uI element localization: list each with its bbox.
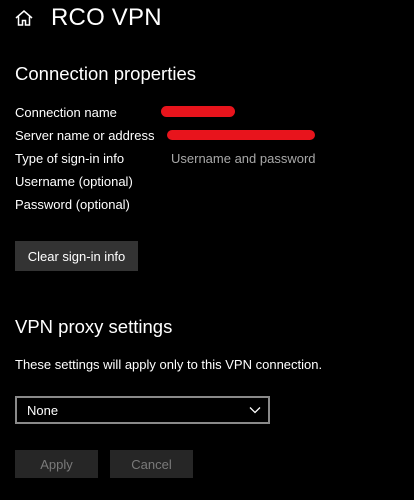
connection-properties-list: Connection name Server name or address T… xyxy=(15,103,405,218)
proxy-selected-value: None xyxy=(27,402,59,418)
sign-in-type-label: Type of sign-in info xyxy=(15,151,125,166)
connection-name-redaction xyxy=(161,106,235,117)
sign-in-type-row: Type of sign-in info Username and passwo… xyxy=(15,149,405,172)
home-icon[interactable] xyxy=(14,8,34,28)
server-address-row: Server name or address xyxy=(15,126,405,149)
server-address-label: Server name or address xyxy=(15,128,155,143)
server-address-redaction xyxy=(167,130,315,140)
proxy-select-dropdown[interactable]: None xyxy=(15,396,270,424)
proxy-description: These settings will apply only to this V… xyxy=(15,357,323,372)
connection-name-label: Connection name xyxy=(15,105,117,120)
connection-properties-heading: Connection properties xyxy=(15,63,196,84)
apply-button[interactable]: Apply xyxy=(15,450,98,478)
password-label: Password (optional) xyxy=(15,197,130,212)
header: RCO VPN xyxy=(14,2,162,34)
chevron-down-icon xyxy=(248,404,262,416)
username-label: Username (optional) xyxy=(15,174,133,189)
connection-name-row: Connection name xyxy=(15,103,405,126)
sign-in-type-value: Username and password xyxy=(171,151,316,166)
username-row: Username (optional) xyxy=(15,172,405,195)
password-row: Password (optional) xyxy=(15,195,405,218)
cancel-button[interactable]: Cancel xyxy=(110,450,193,478)
page-title: RCO VPN xyxy=(51,4,162,31)
clear-sign-in-info-button[interactable]: Clear sign-in info xyxy=(15,241,138,271)
vpn-proxy-settings-heading: VPN proxy settings xyxy=(15,316,173,337)
